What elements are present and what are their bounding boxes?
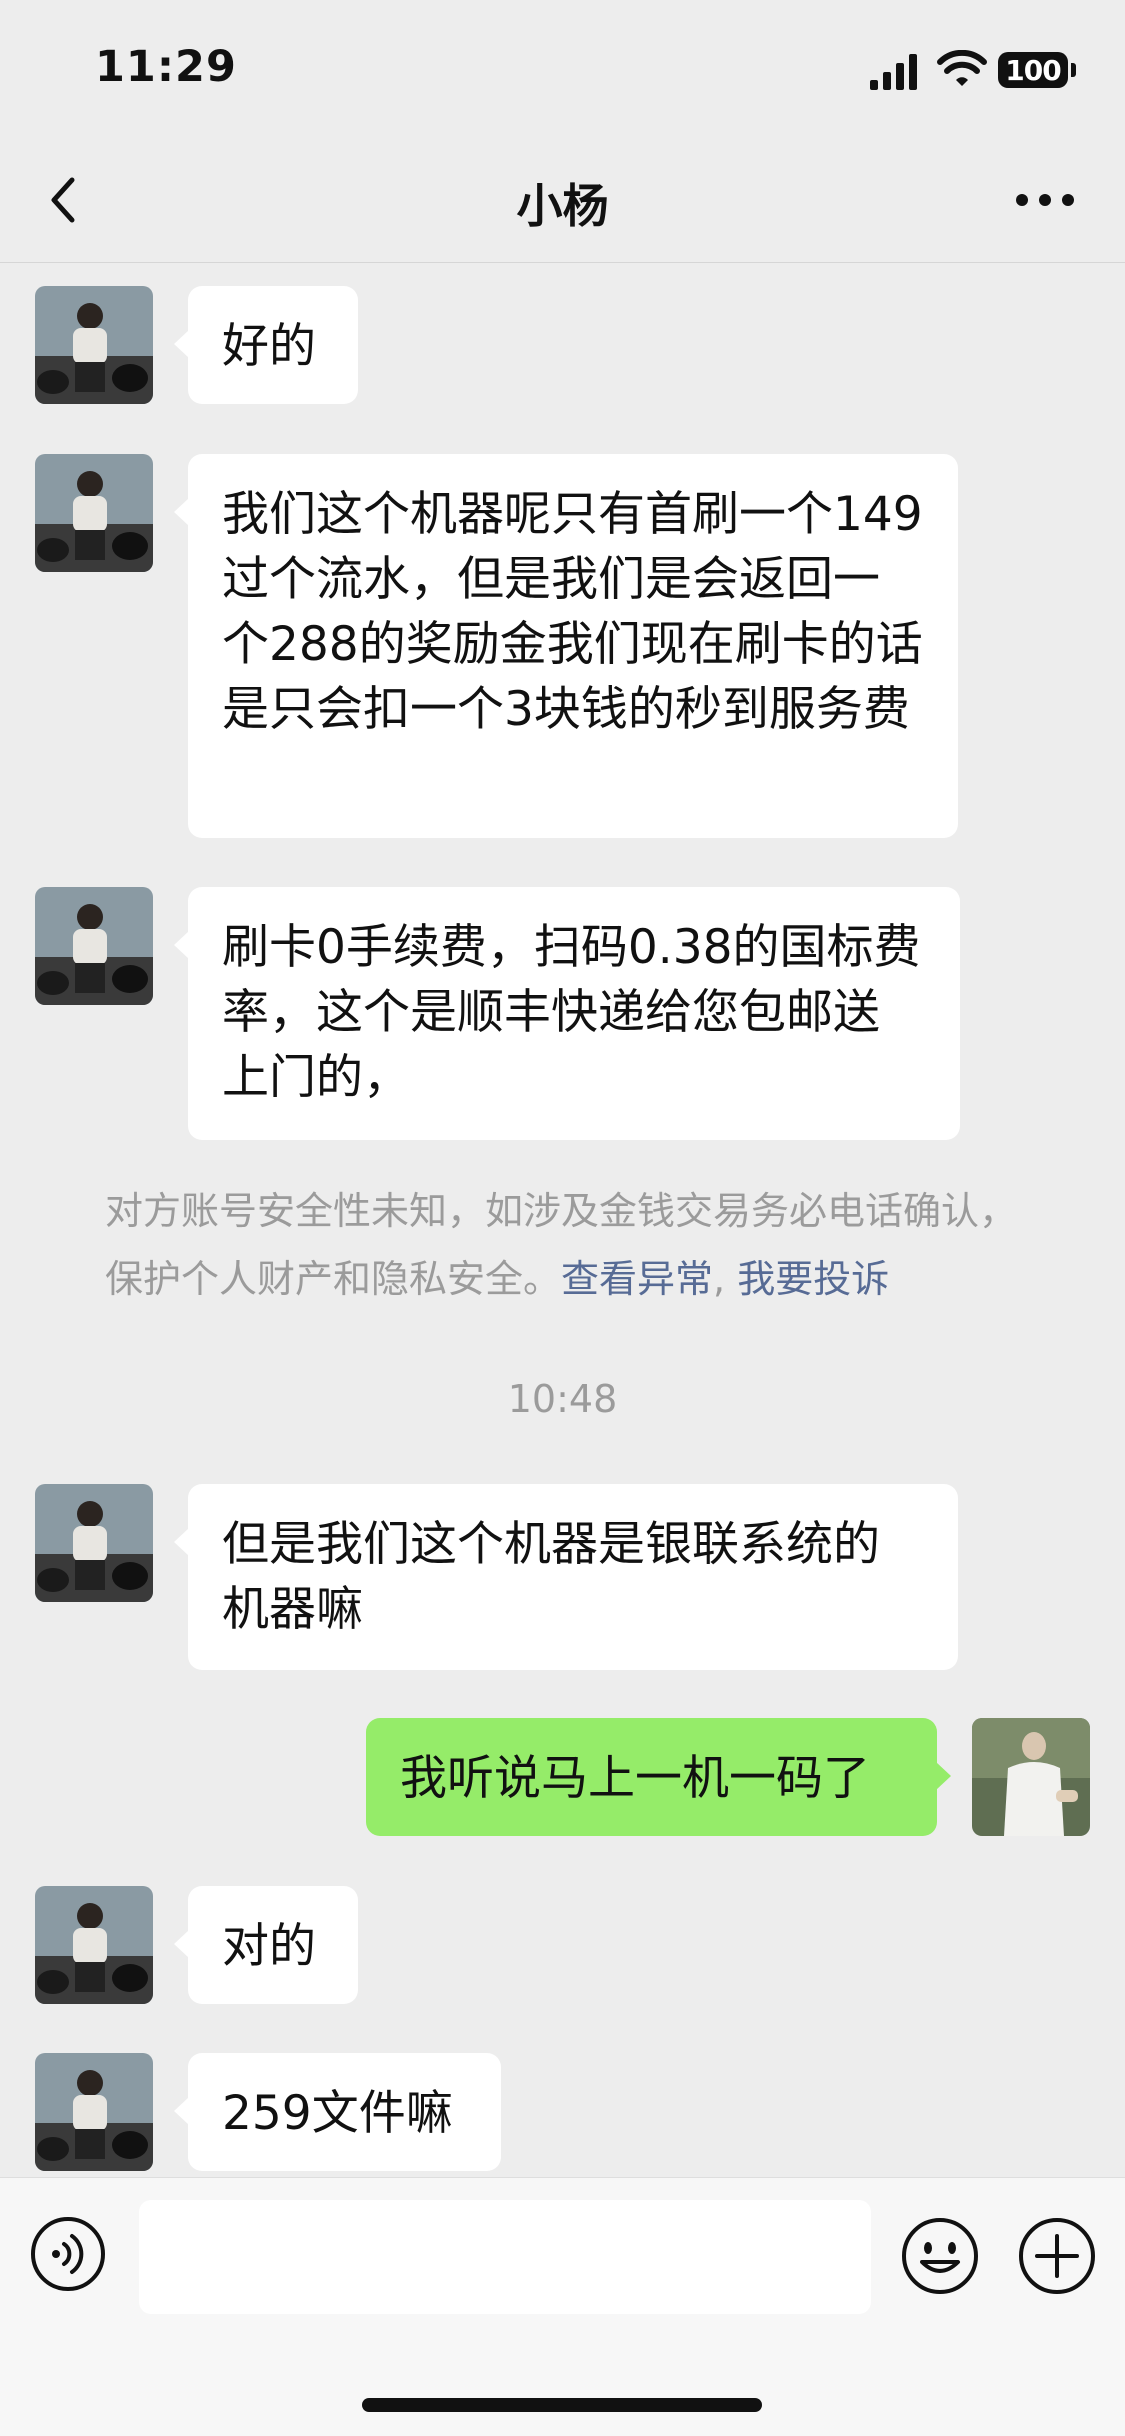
report-link[interactable]: 我要投诉: [737, 1257, 889, 1301]
security-notice: 对方账号安全性未知，如涉及金钱交易务必电话确认，保护个人财产和隐私安全。查看异常…: [105, 1177, 1025, 1313]
message-timestamp: 10:48: [507, 1377, 618, 1421]
contact-avatar[interactable]: [35, 454, 153, 572]
message-bubble[interactable]: 259文件嘛: [174, 2053, 501, 2171]
chat-title: 小杨: [516, 179, 609, 233]
emoji-icon[interactable]: [900, 2216, 980, 2296]
more-dots-icon[interactable]: [1010, 170, 1080, 230]
self-avatar[interactable]: [972, 1718, 1090, 1836]
wifi-icon: [937, 50, 987, 86]
message-list[interactable]: 好的 我们这个机器呢只有首刷一个149过个流水，但是我们是会返回一个288的奖励…: [0, 262, 1125, 2177]
battery-level: 100: [1005, 53, 1061, 87]
message-input[interactable]: [139, 2200, 871, 2314]
message-bubble[interactable]: 刷卡0手续费，扫码0.38的国标费率，这个是顺丰快递给您包邮送上门的，: [174, 887, 960, 1140]
notice-separator: ,: [713, 1257, 726, 1301]
plus-icon[interactable]: [1017, 2216, 1097, 2296]
contact-avatar[interactable]: [35, 887, 153, 1005]
contact-avatar[interactable]: [35, 2053, 153, 2171]
battery-icon: 100: [998, 52, 1076, 88]
message-bubble-self[interactable]: 我听说马上一机一码了: [366, 1718, 951, 1836]
contact-avatar[interactable]: [35, 1886, 153, 2004]
contact-avatar[interactable]: [35, 1484, 153, 1602]
message-bubble[interactable]: 对的: [174, 1886, 358, 2004]
message-bubble[interactable]: 我们这个机器呢只有首刷一个149过个流水，但是我们是会返回一个288的奖励金我们…: [174, 454, 958, 838]
message-bubble[interactable]: 好的: [174, 286, 358, 404]
signal-icon: [870, 54, 917, 90]
status-bar: 11:29 100: [0, 0, 1125, 140]
contact-avatar[interactable]: [35, 286, 153, 404]
view-abnormal-link[interactable]: 查看异常: [561, 1257, 713, 1301]
chat-header: 小杨: [0, 140, 1125, 263]
status-time: 11:29: [95, 42, 237, 92]
message-bubble[interactable]: 但是我们这个机器是银联系统的机器嘛: [174, 1484, 958, 1670]
voice-icon[interactable]: [30, 2216, 106, 2292]
home-indicator: [362, 2398, 762, 2412]
input-bar: [0, 2177, 1125, 2436]
